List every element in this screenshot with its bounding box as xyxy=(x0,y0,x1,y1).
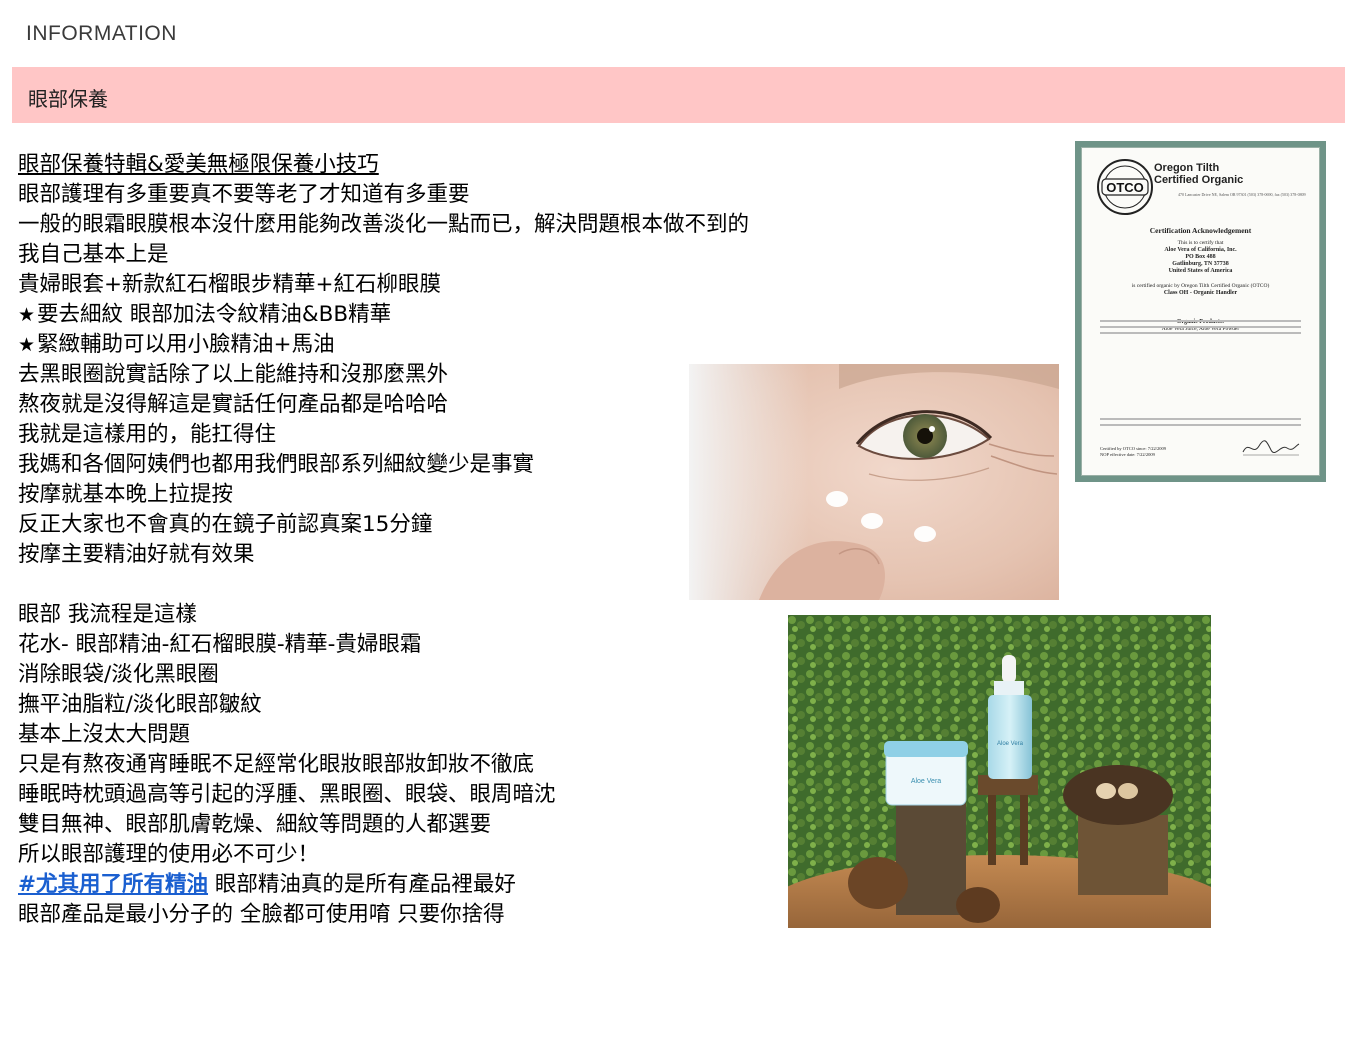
cert-class: Class OH - Organic Handler xyxy=(1163,290,1238,296)
article-line: 眼部保養特輯&愛美無極限保養小技巧 xyxy=(18,150,918,180)
article-line: 只是有熬夜通宵睡眠不足經常化眼妝眼部妝卸妝不徹底 xyxy=(18,752,535,777)
cert-text-line xyxy=(1100,418,1301,420)
cert-text-line xyxy=(1100,326,1301,328)
article-line: 花水- 眼部精油-紅石榴眼膜-精華-貴婦眼霜 xyxy=(18,632,422,657)
section-title-bar: 眼部保養 xyxy=(12,67,1345,123)
cert-text: PO Box 488 xyxy=(1185,254,1216,260)
certificate-document: OTCO Oregon Tilth Certified Organic 470 … xyxy=(1081,147,1320,476)
article-line: 我自己基本上是 xyxy=(18,242,169,267)
article-line: ★緊緻輔助可以用小臉精油+馬油 xyxy=(18,330,918,360)
svg-text:OTCO: OTCO xyxy=(1106,180,1144,195)
cert-text-line xyxy=(1100,332,1301,334)
cert-text: Gatlinburg, TN 37738 xyxy=(1172,261,1229,267)
certificate-footer: Certified by OTCO since: 7/22/2009 NOP e… xyxy=(1100,446,1166,458)
cert-text-line xyxy=(1100,320,1301,322)
article-line: 基本上沒太大問題 xyxy=(18,722,191,747)
article-line: 消除眼袋/淡化黑眼圈 xyxy=(18,662,219,687)
article-line: ★要去細紋 眼部加法令紋精油&BB精華 xyxy=(18,300,918,330)
article-line: 眼部 我流程是這樣 xyxy=(18,602,197,627)
certificate-heading: Certification Acknowledgement xyxy=(1149,226,1252,235)
cert-text: United States of America xyxy=(1168,268,1233,274)
eye-photo-illustration xyxy=(689,364,1059,600)
eye-cream-photo xyxy=(689,364,1059,600)
cert-text-line xyxy=(1100,424,1301,426)
org-line: Certified Organic xyxy=(1154,174,1244,186)
article-line-text: 緊緻輔助可以用小臉精油+馬油 xyxy=(37,332,335,357)
svg-text:Aloe Vera: Aloe Vera xyxy=(911,778,941,785)
cert-text: NOP effective date: 7/22/2009 xyxy=(1100,452,1155,457)
cert-company: Aloe Vera of California, Inc. xyxy=(1164,247,1237,253)
article-line: 眼部產品是最小分子的 全臉都可使用唷 只要你捨得 xyxy=(18,902,505,927)
article-line: 睡眠時枕頭過高等引起的浮腫、黑眼圈、眼袋、眼周暗沈 xyxy=(18,782,556,807)
certificate-image: OTCO Oregon Tilth Certified Organic 470 … xyxy=(1075,141,1326,482)
article-line: 撫平油脂粒/淡化眼部皺紋 xyxy=(18,692,262,717)
signature-icon xyxy=(1242,440,1300,456)
certificate-org-name: Oregon Tilth Certified Organic xyxy=(1154,162,1243,186)
star-bullet-icon: ★ xyxy=(18,304,36,326)
article-line: 所以眼部護理的使用必不可少！ xyxy=(18,842,320,867)
hashtag-link[interactable]: #尤其用了所有精油 xyxy=(18,872,208,897)
article-heading: 眼部保養特輯&愛美無極限保養小技巧 xyxy=(18,152,379,177)
cert-text: is certified organic by Oregon Tilth Cer… xyxy=(1131,283,1270,289)
certificate-address: 470 Lancaster Drive NE, Salem OR 97301 (… xyxy=(1178,192,1306,197)
article-line: 貴婦眼套+新款紅石榴眼步精華+紅石柳眼膜 xyxy=(18,272,442,297)
svg-text:Aloe Vera: Aloe Vera xyxy=(997,741,1024,747)
article-line-text: 眼部精油真的是所有產品裡最好 xyxy=(214,872,516,897)
article-line-text: 要去細紋 眼部加法令紋精油&BB精華 xyxy=(37,302,392,327)
article-line: 一般的眼霜眼膜根本沒什麼用能夠改善淡化一點而已，解決問題根本做不到的 xyxy=(18,212,750,237)
article-line: 雙目無神、眼部肌膚乾燥、細紋等問題的人都選要 xyxy=(18,812,492,837)
section-title: 眼部保養 xyxy=(28,87,108,111)
cert-text: This is to certify that xyxy=(1177,240,1224,246)
page-header-title: INFORMATION xyxy=(26,22,177,45)
product-photo: Aloe Vera Aloe Vera xyxy=(788,615,1211,928)
org-line: Oregon Tilth xyxy=(1154,162,1220,174)
article-line: #尤其用了所有精油 眼部精油真的是所有產品裡最好 xyxy=(18,870,918,900)
article-line: 眼部護理有多重要真不要等老了才知道有多重要 xyxy=(18,182,470,207)
product-photo-illustration: Aloe Vera Aloe Vera xyxy=(788,615,1211,928)
otco-seal-icon: OTCO xyxy=(1097,159,1153,215)
star-bullet-icon: ★ xyxy=(18,334,36,356)
page: INFORMATION 眼部保養 眼部保養特輯&愛美無極限保養小技巧 眼部護理有… xyxy=(0,0,1346,1063)
